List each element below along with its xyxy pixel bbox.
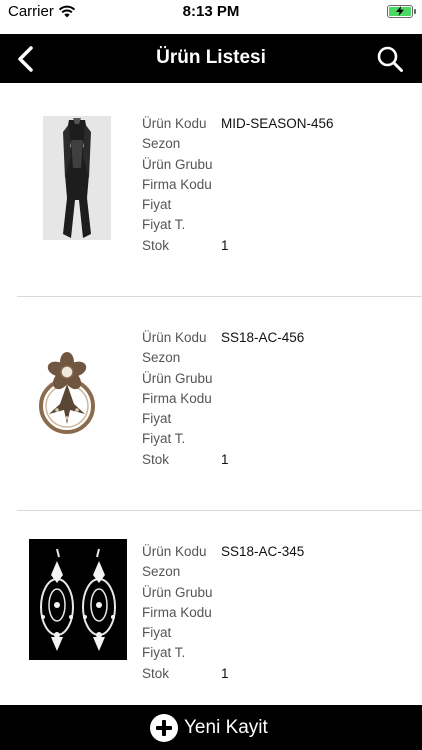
field-label-season: Sezon (142, 136, 181, 152)
product-stock: 1 (221, 237, 229, 253)
field-label-code: Ürün Kodu (142, 330, 207, 345)
product-image-crystal-earrings (29, 539, 127, 660)
product-fields: Ürün Kodu MID-SEASON-456 Sezon Ürün Grubu… (142, 116, 334, 258)
search-icon[interactable] (376, 45, 404, 73)
field-label-price: Fiyat (142, 197, 172, 213)
field-label-price: Fiyat (142, 625, 172, 641)
field-label-company-code: Firma Kodu (142, 604, 212, 620)
product-fields: Ürün Kodu SS18-AC-345 Sezon Ürün Grubu Fi… (142, 544, 304, 686)
field-label-code: Ürün Kodu (142, 116, 207, 131)
battery-icon (387, 5, 416, 18)
field-label-price-type: Fiyat T. (142, 431, 186, 447)
field-label-group: Ürün Grubu (142, 156, 213, 172)
product-list-item[interactable]: Ürün Kodu SS18-AC-456 Sezon Ürün Grubu Fi… (17, 297, 422, 511)
field-label-group: Ürün Grubu (142, 370, 213, 386)
product-image-flower-brooch (27, 334, 107, 444)
product-image-black-dress (43, 116, 111, 240)
product-code: SS18-AC-345 (221, 544, 305, 559)
product-code: SS18-AC-456 (221, 330, 305, 345)
field-label-price: Fiyat (142, 411, 172, 427)
field-label-group: Ürün Grubu (142, 584, 213, 600)
status-time: 8:13 PM (182, 3, 240, 20)
field-label-stock: Stok (142, 665, 170, 681)
status-bar: Carrier 8:13 PM (0, 0, 422, 34)
new-record-label: Yeni Kayit (184, 717, 268, 738)
product-stock: 1 (221, 665, 229, 681)
field-label-company-code: Firma Kodu (142, 390, 212, 406)
field-label-season: Sezon (142, 564, 181, 580)
product-list-item[interactable]: Ürün Kodu MID-SEASON-456 Sezon Ürün Grubu… (17, 83, 422, 297)
field-label-code: Ürün Kodu (142, 544, 207, 559)
field-label-price-type: Fiyat T. (142, 645, 186, 661)
product-list[interactable]: Ürün Kodu MID-SEASON-456 Sezon Ürün Grubu… (0, 83, 422, 705)
field-label-price-type: Fiyat T. (142, 217, 186, 233)
new-record-button[interactable]: Yeni Kayit (150, 711, 268, 745)
field-label-season: Sezon (142, 350, 181, 366)
page-title: Ürün Listesi (156, 47, 266, 68)
plus-circle-icon (150, 714, 178, 742)
field-label-company-code: Firma Kodu (142, 176, 212, 192)
product-list-item[interactable]: Ürün Kodu SS18-AC-345 Sezon Ürün Grubu Fi… (17, 511, 422, 705)
product-stock: 1 (221, 451, 229, 467)
navigation-bar: Ürün Listesi (0, 34, 422, 83)
footer-bar: Yeni Kayit (0, 705, 422, 750)
product-fields: Ürün Kodu SS18-AC-456 Sezon Ürün Grubu Fi… (142, 330, 304, 472)
field-label-stock: Stok (142, 451, 170, 467)
field-label-stock: Stok (142, 237, 170, 253)
product-code: MID-SEASON-456 (221, 116, 334, 131)
